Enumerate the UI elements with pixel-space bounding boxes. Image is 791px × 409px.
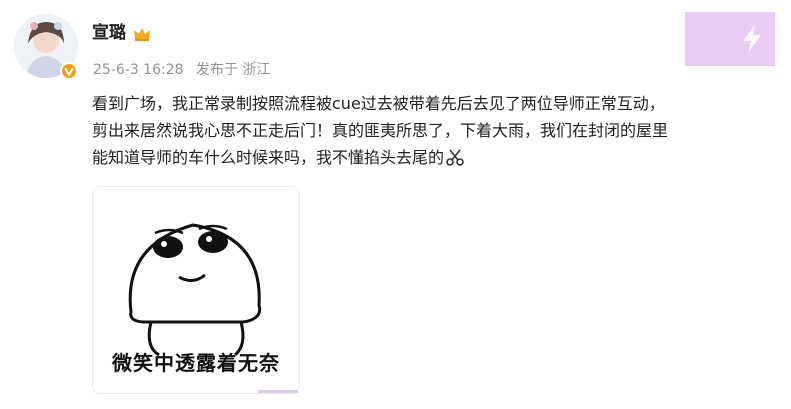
post-timestamp[interactable]: 25-6-3 16:28 xyxy=(93,62,184,78)
post-meta: 25-6-3 16:28 发布于 浙江 xyxy=(93,59,278,79)
user-name[interactable]: 宣璐 xyxy=(92,18,126,43)
weibo-post: 宣璐 25-6-3 16:28 发布于 浙江 看到广场，我正常录制按照流程被cu… xyxy=(0,0,791,409)
lightning-icon xyxy=(743,25,761,53)
post-content-text: 能知道导师的车什么时候来吗，我不懂掐头去尾的 xyxy=(92,148,445,167)
crown-icon xyxy=(134,28,150,41)
more-options-button[interactable] xyxy=(685,12,775,66)
post-content: 看到广场，我正常录制按照流程被cue过去被带着先后去见了两位导师正常互动， 剪出… xyxy=(92,90,762,171)
overlay-strip xyxy=(258,390,298,393)
post-image[interactable]: 微笑中透露着无奈 xyxy=(92,186,300,394)
scissors-icon xyxy=(446,149,464,166)
verified-badge-icon xyxy=(60,62,78,80)
post-content-line: 能知道导师的车什么时候来吗，我不懂掐头去尾的 xyxy=(92,144,762,171)
image-caption: 微笑中透露着无奈 xyxy=(112,351,280,375)
post-location: 发布于 浙江 xyxy=(195,62,271,78)
post-content-line: 看到广场，我正常录制按照流程被cue过去被带着先后去见了两位导师正常互动， xyxy=(92,94,665,113)
post-content-line: 剪出来居然说我心思不正走后门！真的匪夷所思了，下着大雨，我们在封闭的屋里 xyxy=(92,121,669,140)
